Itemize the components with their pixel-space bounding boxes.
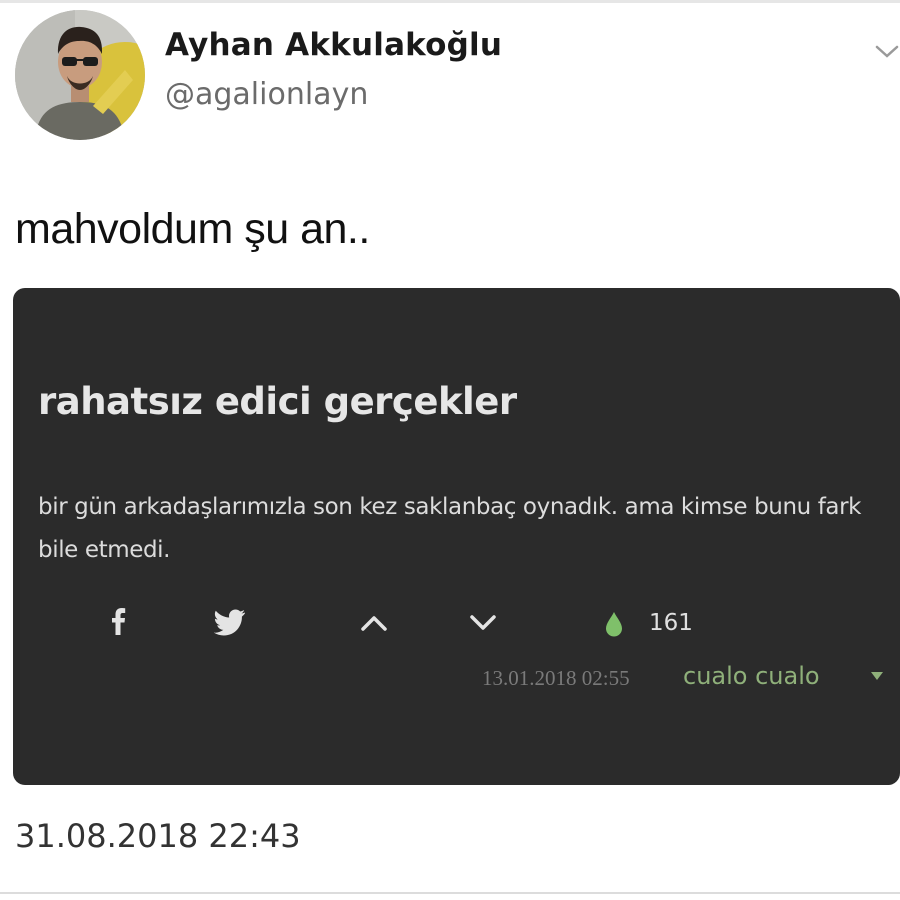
tweet-text: mahvoldum şu an..	[15, 205, 370, 253]
author-handle[interactable]: @agalionlayn	[165, 77, 368, 112]
embedded-image-card[interactable]: rahatsız edici gerçekler bir gün arkadaş…	[13, 288, 900, 785]
author-name[interactable]: Ayhan Akkulakoğlu	[165, 27, 502, 63]
card-title: rahatsız edici gerçekler	[38, 380, 517, 423]
card-caret-down-icon[interactable]	[869, 670, 885, 682]
author-avatar[interactable]	[15, 10, 145, 140]
tweet-screenshot: Ayhan Akkulakoğlu @agalionlayn mahvoldum…	[0, 0, 900, 900]
tweet-menu-chevron-down-icon[interactable]	[874, 42, 900, 62]
tweet-timestamp[interactable]: 31.08.2018 22:43	[15, 817, 301, 855]
card-body: bir gün arkadaşlarımızla son kez saklanb…	[38, 494, 862, 563]
card-username[interactable]: cualo cualo	[683, 662, 820, 690]
facebook-icon[interactable]	[107, 606, 131, 636]
reaction-count: 161	[649, 610, 693, 636]
downvote-chevron-down-icon[interactable]	[468, 613, 498, 633]
twitter-bird-icon[interactable]	[214, 608, 246, 636]
upvote-chevron-up-icon[interactable]	[359, 613, 389, 633]
top-divider	[0, 0, 900, 3]
card-date: 13.01.2018 02:55	[482, 666, 630, 690]
bottom-divider	[0, 892, 900, 894]
water-drop-icon	[606, 612, 622, 637]
profile-photo-icon	[15, 10, 145, 140]
